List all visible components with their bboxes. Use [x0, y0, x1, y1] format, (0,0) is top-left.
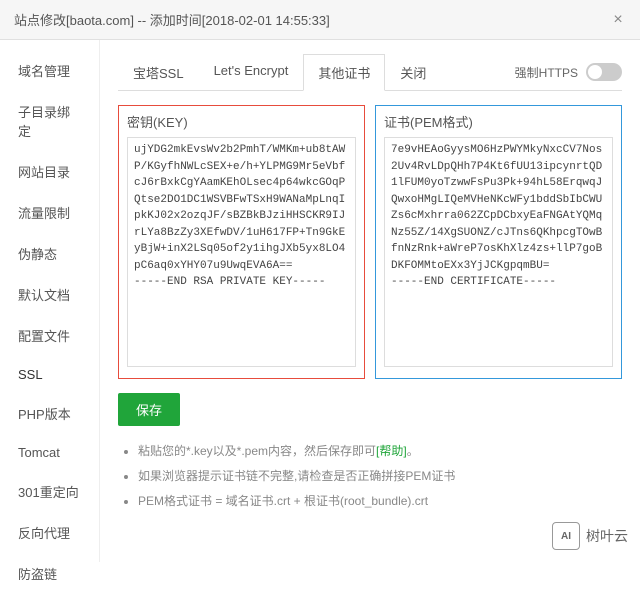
sidebar-item-tomcat[interactable]: Tomcat [0, 434, 99, 471]
sidebar-item-traffic[interactable]: 流量限制 [0, 192, 99, 233]
watermark-text: 树叶云 [586, 526, 628, 546]
sidebar-item-webdir[interactable]: 网站目录 [0, 151, 99, 192]
pem-textarea[interactable] [384, 137, 613, 367]
tab-lets-encrypt[interactable]: Let's Encrypt [199, 54, 304, 91]
watermark: AI 树叶云 [552, 522, 628, 550]
watermark-icon: AI [552, 522, 580, 550]
window-title: 站点修改[baota.com] -- 添加时间[2018-02-01 14:55… [14, 10, 330, 29]
titlebar: 站点修改[baota.com] -- 添加时间[2018-02-01 14:55… [0, 0, 640, 40]
tab-baota-ssl[interactable]: 宝塔SSL [118, 54, 199, 91]
sidebar-item-301[interactable]: 301重定向 [0, 471, 99, 512]
key-label: 密钥(KEY) [127, 112, 356, 131]
sidebar-item-default-doc[interactable]: 默认文档 [0, 274, 99, 315]
close-icon[interactable]: × [610, 12, 626, 28]
sidebar: 域名管理 子目录绑定 网站目录 流量限制 伪静态 默认文档 配置文件 SSL P… [0, 40, 100, 562]
sidebar-item-config[interactable]: 配置文件 [0, 315, 99, 356]
pem-box: 证书(PEM格式) [375, 105, 622, 379]
force-https-label: 强制HTTPS [515, 64, 578, 81]
tip-2: 如果浏览器提示证书链不完整,请检查是否正确拼接PEM证书 [138, 467, 622, 486]
force-https-switch[interactable] [586, 63, 622, 81]
pem-label: 证书(PEM格式) [384, 112, 613, 131]
tip-3: PEM格式证书 = 域名证书.crt + 根证书(root_bundle).cr… [138, 492, 622, 511]
key-textarea[interactable] [127, 137, 356, 367]
key-box: 密钥(KEY) [118, 105, 365, 379]
sidebar-item-subdir[interactable]: 子目录绑定 [0, 91, 99, 151]
tips-list: 粘贴您的*.key以及*.pem内容，然后保存即可[帮助]。 如果浏览器提示证书… [118, 442, 622, 512]
tab-close-ssl[interactable]: 关闭 [385, 54, 441, 91]
sidebar-item-ssl[interactable]: SSL [0, 356, 99, 393]
tab-other-cert[interactable]: 其他证书 [303, 54, 385, 91]
sidebar-item-hotlink[interactable]: 防盗链 [0, 553, 99, 594]
help-link[interactable]: [帮助] [376, 444, 407, 458]
sidebar-item-rewrite[interactable]: 伪静态 [0, 233, 99, 274]
sidebar-item-domain[interactable]: 域名管理 [0, 50, 99, 91]
ssl-tabs: 宝塔SSL Let's Encrypt 其他证书 关闭 [118, 54, 441, 90]
tip-1: 粘贴您的*.key以及*.pem内容，然后保存即可[帮助]。 [138, 442, 622, 461]
main-panel: 宝塔SSL Let's Encrypt 其他证书 关闭 强制HTTPS 密钥(K… [100, 40, 640, 562]
save-button[interactable]: 保存 [118, 393, 180, 426]
sidebar-item-proxy[interactable]: 反向代理 [0, 512, 99, 553]
sidebar-item-php[interactable]: PHP版本 [0, 393, 99, 434]
